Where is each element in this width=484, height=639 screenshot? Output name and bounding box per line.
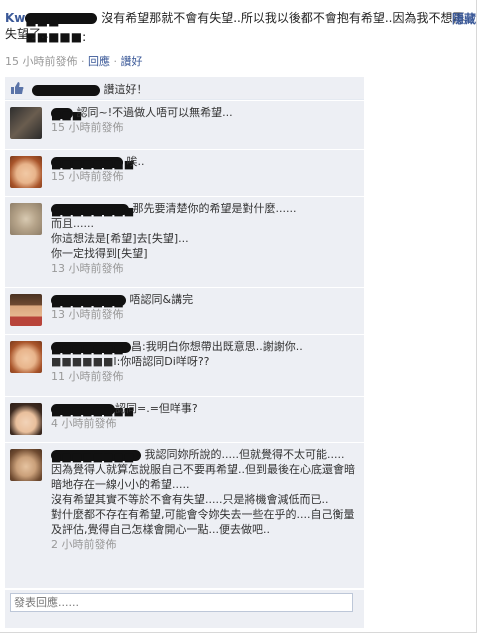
comment-time: 15 小時前發佈 bbox=[51, 170, 124, 183]
reply-input[interactable]: 發表回應...... bbox=[10, 593, 353, 612]
comment-link[interactable]: 回應 bbox=[88, 55, 110, 68]
comment-text: 唔認同&講完 bbox=[129, 293, 194, 306]
comment-item: ■■■■■■■■ 唉.. 15 小時前發佈 bbox=[5, 150, 364, 197]
comment-time: 11 小時前發佈 bbox=[51, 370, 124, 383]
hide-link[interactable]: 隱藏 bbox=[452, 10, 476, 27]
commenter-name[interactable]: ■■■■■■■ bbox=[51, 294, 126, 309]
comment-item: ■■■■■■■■ 我認同妳所說的.....但就覺得不太可能..... 因為覺得人… bbox=[5, 443, 364, 589]
thumbs-up-icon bbox=[11, 82, 24, 94]
comment-item: ■■■ 認同~!不過做人唔可以無希望... 15 小時前發佈 bbox=[5, 101, 364, 150]
comment-time: 4 小時前發佈 bbox=[51, 417, 117, 430]
comment-text: 唉.. bbox=[126, 155, 145, 168]
comment-time: 13 小時前發佈 bbox=[51, 308, 124, 321]
commenter-name[interactable]: ■■■■■■■■ bbox=[51, 449, 141, 464]
author-name[interactable]: Kw bbox=[5, 11, 25, 25]
post-meta: 15 小時前發佈 · 回應 · 讚好 bbox=[5, 55, 143, 68]
likes-text: 讚這好！ bbox=[32, 81, 148, 97]
reply-box: 發表回應...... bbox=[5, 590, 364, 628]
avatar[interactable] bbox=[10, 156, 42, 188]
likes-label: 讚這好！ bbox=[103, 83, 148, 96]
redacted-name: ■■■ ■■■■■: bbox=[25, 13, 98, 44]
commenter-name[interactable]: ■■■■■■■ bbox=[51, 341, 131, 356]
like-link[interactable]: 讚好 bbox=[121, 55, 143, 68]
comment-text: 我認同妳所說的.....但就覺得不太可能..... 因為覺得人就算怎說服自己不要… bbox=[51, 448, 355, 536]
post-time: 15 小時前發佈 bbox=[5, 55, 78, 68]
avatar[interactable] bbox=[10, 107, 42, 139]
comment-time: 13 小時前發佈 bbox=[51, 262, 124, 275]
comment-text: 認同~!不過做人唔可以無希望... bbox=[76, 106, 233, 119]
status-text: Kw■■■ ■■■■■: 沒有希望那就不會有失望..所以我以後都不會抱有希望..… bbox=[5, 10, 475, 44]
comment-text: 認同=.=但咩事? bbox=[115, 402, 198, 415]
commenter-name[interactable]: ■■■■■■■■ bbox=[51, 156, 134, 171]
commenter-name[interactable]: ■■■■■■■■ bbox=[51, 403, 134, 418]
comment-item: ■■■■■■■ 昌:我明白你想帶出既意思..謝謝你.. ■■■■■■I:你唔認同D… bbox=[5, 335, 364, 397]
commenter-name[interactable]: ■■■ bbox=[51, 107, 82, 122]
avatar[interactable] bbox=[10, 294, 42, 326]
comment-time: 15 小時前發佈 bbox=[51, 121, 124, 134]
avatar[interactable] bbox=[10, 403, 42, 435]
comment-item: ■■■■■■■ 唔認同&講完 13 小時前發佈 bbox=[5, 288, 364, 335]
avatar[interactable] bbox=[10, 449, 42, 481]
commenter-name[interactable]: ■■■■■■■■ bbox=[51, 203, 134, 218]
avatar[interactable] bbox=[10, 203, 42, 235]
likes-bar: 讚這好！ bbox=[5, 77, 364, 100]
comment-item: ■■■■■■■■ 那先要清楚你的希望是對什麼...... 而且...... 你這… bbox=[5, 197, 364, 288]
comment-time: 2 小時前發佈 bbox=[51, 538, 117, 551]
comment-item: ■■■■■■■■認同=.=但咩事? 4 小時前發佈 bbox=[5, 397, 364, 443]
avatar[interactable] bbox=[10, 341, 42, 373]
